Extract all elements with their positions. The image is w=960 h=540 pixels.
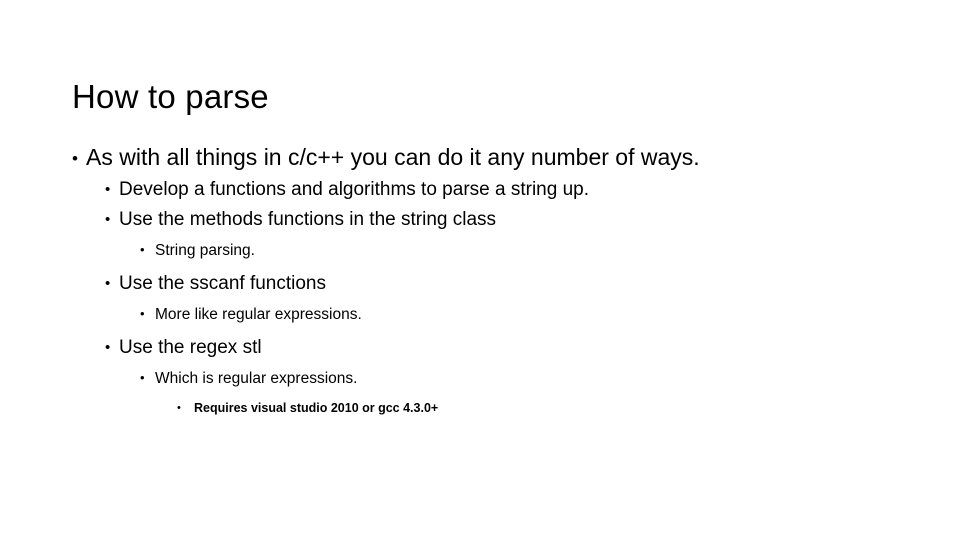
- bullet-icon: •: [105, 275, 111, 292]
- list-item: • Use the sscanf functions: [105, 273, 902, 303]
- bullet-icon: •: [177, 402, 181, 414]
- bullet-icon: •: [105, 181, 111, 198]
- list-item: • Develop a functions and algorithms to …: [105, 179, 902, 209]
- list-item: • Which is regular expressions.: [140, 370, 902, 398]
- bullet-icon: •: [105, 211, 111, 228]
- list-item-label: Use the sscanf functions: [119, 273, 326, 294]
- list-item-label: Requires visual studio 2010 or gcc 4.3.0…: [194, 401, 439, 415]
- list-item-label: More like regular expressions.: [155, 306, 362, 323]
- slide-body-outline: • As with all things in c/c++ you can do…: [72, 144, 902, 425]
- list-item-label: Use the regex stl: [119, 337, 262, 358]
- list-item-label: String parsing.: [155, 242, 255, 259]
- presentation-slide: How to parse • As with all things in c/c…: [0, 0, 960, 540]
- list-item: • Use the methods functions in the strin…: [105, 209, 902, 239]
- bullet-icon: •: [105, 339, 111, 356]
- list-item-label: Develop a functions and algorithms to pa…: [119, 179, 589, 200]
- bullet-icon: •: [140, 242, 145, 257]
- bullet-icon: •: [140, 306, 145, 321]
- list-item-label: Use the methods functions in the string …: [119, 209, 497, 230]
- bullet-icon: •: [140, 370, 145, 385]
- list-item-label: Which is regular expressions.: [155, 370, 358, 387]
- list-item: • String parsing.: [140, 242, 902, 270]
- bullet-icon: •: [72, 149, 78, 168]
- list-item: • As with all things in c/c++ you can do…: [72, 144, 902, 174]
- list-item: • Use the regex stl: [105, 337, 902, 367]
- list-item-label: As with all things in c/c++ you can do i…: [86, 144, 700, 170]
- list-item: • More like regular expressions.: [140, 306, 902, 334]
- list-item: • Requires visual studio 2010 or gcc 4.3…: [177, 401, 902, 425]
- page-title: How to parse: [72, 78, 269, 116]
